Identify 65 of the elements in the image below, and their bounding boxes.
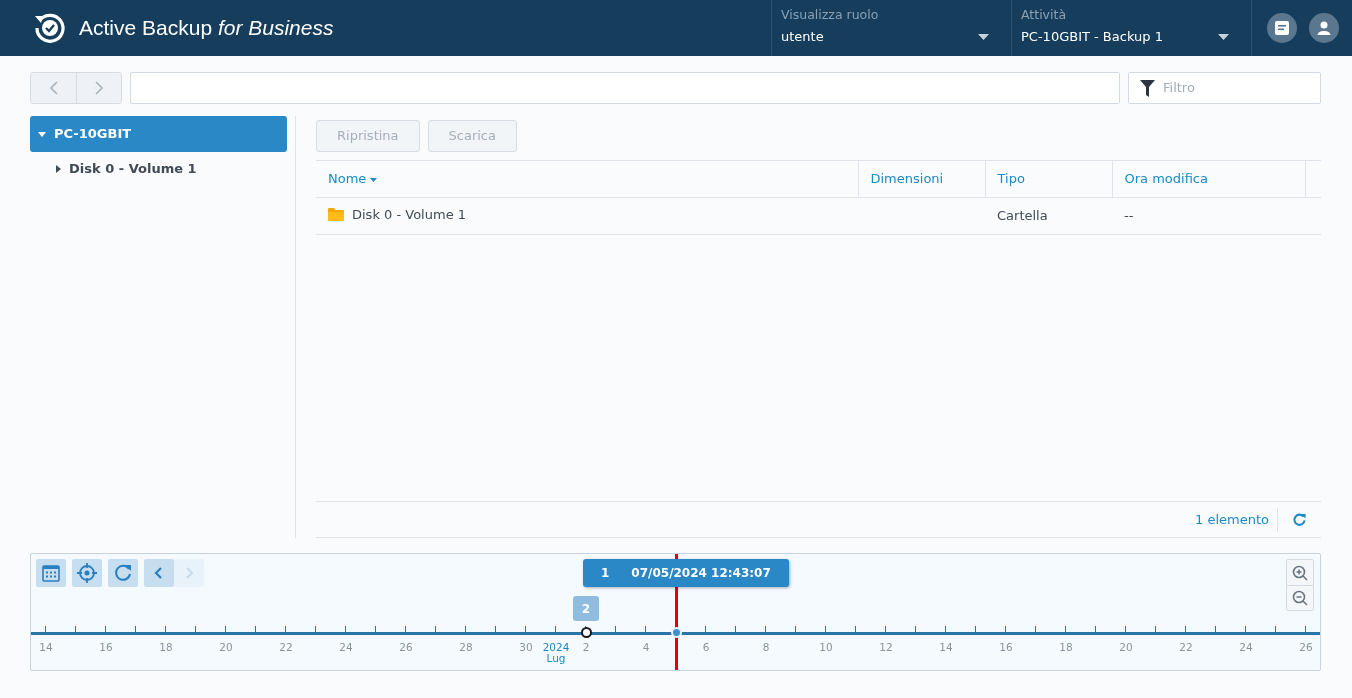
snapshot-point[interactable] (580, 627, 592, 638)
file-name[interactable]: Disk 0 - Volume 1 (328, 205, 467, 225)
filter-input[interactable]: Filtro (1161, 77, 1320, 99)
previous-button[interactable] (144, 559, 174, 587)
caret-icon (978, 34, 989, 40)
refresh-icon[interactable] (108, 559, 138, 587)
filter-icon (1140, 79, 1155, 97)
folder-icon (328, 208, 344, 222)
dropdown[interactable]: Attività PC-10GBIT - Backup 1 (1011, 0, 1251, 56)
axis-label: 26 (398, 642, 414, 653)
app-title: Active Backup for Business (79, 15, 334, 42)
table-cell: -- (1112, 197, 1305, 235)
chevron-left-icon (48, 80, 59, 96)
column-header[interactable]: Tipo (985, 160, 1112, 198)
axis-label: 24 (338, 642, 354, 653)
axis-label: 20 (218, 642, 234, 653)
axis-label: 6 (701, 642, 711, 653)
axis-label: 22 (1178, 642, 1194, 653)
dropdown-label: Visualizza ruolo (781, 6, 880, 24)
axis-label: 14 (938, 642, 954, 653)
caret-icon (56, 165, 61, 173)
axis-label: 18 (1058, 642, 1074, 653)
target-icon[interactable] (72, 559, 102, 587)
axis-label: 18 (158, 642, 174, 653)
chevron-right-icon (184, 566, 194, 580)
table-cell: Cartella (985, 197, 1112, 235)
path-field[interactable] (130, 72, 1120, 104)
message-icon[interactable] (1267, 13, 1297, 43)
column-header[interactable]: Ora modifica (1112, 160, 1305, 198)
snapshot-count: 2 (573, 596, 599, 621)
axis-label: 14 (38, 642, 54, 653)
dropdown-value: PC-10GBIT - Backup 1 (1021, 27, 1164, 46)
axis-label: 4 (641, 642, 651, 653)
dropdown-value: utente (781, 27, 825, 46)
tree-item[interactable]: Disk 0 - Volume 1 (30, 152, 287, 186)
sort-icon (370, 177, 378, 182)
user-icon[interactable] (1309, 13, 1339, 43)
axis-label: 24 (1238, 642, 1254, 653)
axis-label: 8 (761, 642, 771, 653)
axis-label: 22 (278, 642, 294, 653)
axis-label: 16 (98, 642, 114, 653)
dropdown[interactable]: Visualizza ruolo utente (771, 0, 1011, 56)
dropdown-label: Attività (1021, 6, 1068, 24)
snapshot-time: 07/05/2024 12:43:07 (631, 565, 771, 582)
axis-label: 26 (1298, 642, 1314, 653)
calendar-icon[interactable] (36, 559, 66, 587)
axis-label: 12 (878, 642, 894, 653)
chevron-left-icon (154, 566, 164, 580)
caret-icon (38, 131, 46, 137)
chevron-right-icon (94, 80, 104, 96)
axis-label: 28 (458, 642, 474, 653)
column-header[interactable]: Dimensioni (858, 160, 985, 198)
caret-icon (1218, 34, 1229, 40)
axis-label: 10 (818, 642, 834, 653)
column-header[interactable]: Nome (316, 160, 858, 198)
axis-label: 16 (998, 642, 1014, 653)
logo-icon (33, 11, 67, 45)
axis-label: 20 (1118, 642, 1134, 653)
axis-label: 30 (518, 642, 534, 653)
axis-label: 2 (581, 642, 591, 653)
item-count: 1 elemento (1195, 507, 1278, 532)
tree-item[interactable]: PC-10GBIT (30, 116, 287, 152)
month-label: 2024 Lug (541, 642, 571, 665)
filter-field[interactable]: Filtro (1128, 72, 1321, 104)
snapshot-count: 1 (601, 565, 610, 582)
